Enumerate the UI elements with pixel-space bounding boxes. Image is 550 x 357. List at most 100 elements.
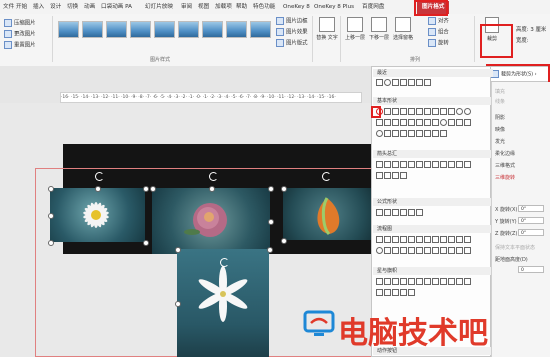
picture-style-1[interactable] xyxy=(58,21,79,38)
plus-equation-shape[interactable] xyxy=(376,209,383,216)
process-shape[interactable] xyxy=(376,236,383,243)
sort-shape[interactable] xyxy=(432,247,439,254)
resize-handle[interactable] xyxy=(281,186,287,192)
star10-shape[interactable] xyxy=(432,278,439,285)
tab-help[interactable]: 帮助 xyxy=(236,2,247,13)
star7-shape[interactable] xyxy=(416,278,423,285)
alt-text-button[interactable]: 替换 文字 xyxy=(316,17,338,41)
star32-shape[interactable] xyxy=(464,278,471,285)
ribbon-down-shape[interactable] xyxy=(384,289,391,296)
quad-arrow-shape[interactable] xyxy=(424,161,431,168)
merge-shape[interactable] xyxy=(448,247,455,254)
text-box-shape[interactable] xyxy=(384,108,391,115)
group-button[interactable]: 组合 xyxy=(428,28,449,37)
multidocument-shape[interactable] xyxy=(432,236,439,243)
lightning-shape[interactable] xyxy=(392,130,399,137)
tab-design[interactable]: 设计 xyxy=(50,2,61,13)
pentagon-arrow-shape[interactable] xyxy=(376,172,383,179)
resize-handle[interactable] xyxy=(48,186,54,192)
star12-shape[interactable] xyxy=(440,278,447,285)
z-rotation-input[interactable]: 0° xyxy=(518,229,544,236)
resize-handle[interactable] xyxy=(175,301,181,307)
rectangle-shape[interactable] xyxy=(376,79,383,86)
picture-style-4[interactable] xyxy=(130,21,151,38)
compress-pictures-button[interactable]: 压缩图片 xyxy=(4,19,36,28)
plaque-shape[interactable] xyxy=(408,119,415,126)
predefined-process-shape[interactable] xyxy=(408,236,415,243)
card-shape[interactable] xyxy=(392,247,399,254)
tab-pocket-animation[interactable]: 口袋动画 PA xyxy=(101,2,132,13)
tab-onekey8[interactable]: OneKey 8 xyxy=(283,2,310,13)
or-shape[interactable] xyxy=(416,247,423,254)
l-shape[interactable] xyxy=(392,119,399,126)
curved-ribbon-shape[interactable] xyxy=(392,289,399,296)
resize-handle[interactable] xyxy=(175,247,181,253)
cloud-shape[interactable] xyxy=(416,130,423,137)
tab-review[interactable]: 审阅 xyxy=(181,2,192,13)
not-equal-shape[interactable] xyxy=(416,209,423,216)
reset-picture-button[interactable]: 重置图片 xyxy=(4,41,36,50)
tab-baidu-netdisk[interactable]: 百度网盘 xyxy=(362,2,384,13)
send-backward-button[interactable]: 下移一层 xyxy=(368,17,390,41)
donut-shape[interactable] xyxy=(440,119,447,126)
pane-item-shadow[interactable]: 阴影 xyxy=(495,114,505,121)
triangle-shape[interactable] xyxy=(392,108,399,115)
diamond-shape[interactable] xyxy=(424,108,431,115)
arc-shape[interactable] xyxy=(424,130,431,137)
x-rotation-input[interactable]: 0° xyxy=(518,205,544,212)
rotate-handle-icon[interactable] xyxy=(220,258,229,267)
hexagon-shape[interactable] xyxy=(440,108,447,115)
block-arc-shape[interactable] xyxy=(456,119,463,126)
chevron-shape[interactable] xyxy=(464,161,471,168)
star8-shape[interactable] xyxy=(424,278,431,285)
picture-style-2[interactable] xyxy=(82,21,103,38)
tab-features[interactable]: 特色功能 xyxy=(253,2,275,13)
rotate-handle-icon[interactable] xyxy=(322,172,331,181)
bracket-shape[interactable] xyxy=(432,130,439,137)
resize-handle[interactable] xyxy=(143,186,149,192)
cube-shape[interactable] xyxy=(424,119,431,126)
decision-shape[interactable] xyxy=(392,236,399,243)
heptagon-shape[interactable] xyxy=(448,108,455,115)
smiley-shape[interactable] xyxy=(376,130,383,137)
pentagon-shape[interactable] xyxy=(432,108,439,115)
right-triangle-shape[interactable] xyxy=(400,108,407,115)
picture-style-3[interactable] xyxy=(106,21,127,38)
tab-transitions[interactable]: 切换 xyxy=(67,2,78,13)
picture-border-button[interactable]: 图片边框 xyxy=(276,17,308,26)
moon-shape[interactable] xyxy=(408,130,415,137)
star5-shape[interactable] xyxy=(400,278,407,285)
stored-data-shape[interactable] xyxy=(456,247,463,254)
plus-shape[interactable] xyxy=(400,119,407,126)
align-button[interactable]: 对齐 xyxy=(428,17,449,26)
summing-junction-shape[interactable] xyxy=(408,247,415,254)
folded-corner-shape[interactable] xyxy=(464,119,471,126)
explosion-shape[interactable] xyxy=(376,278,383,285)
down-arrow-shape[interactable] xyxy=(400,161,407,168)
star16-shape[interactable] xyxy=(448,278,455,285)
picture-style-6[interactable] xyxy=(178,21,199,38)
brace-shape[interactable] xyxy=(440,130,447,137)
photo-rose[interactable] xyxy=(152,188,270,254)
resize-handle[interactable] xyxy=(268,186,274,192)
distance-input[interactable]: 0 xyxy=(518,266,544,273)
line-shape[interactable] xyxy=(400,79,407,86)
pane-item-glow[interactable]: 发光 xyxy=(495,138,505,145)
up-arrow-shape[interactable] xyxy=(392,161,399,168)
pane-item-reflection[interactable]: 映像 xyxy=(495,126,505,133)
alternate-process-shape[interactable] xyxy=(384,236,391,243)
wave-shape[interactable] xyxy=(400,289,407,296)
picture-effects-button[interactable]: 图片效果 xyxy=(276,28,308,37)
oval-shape[interactable] xyxy=(384,79,391,86)
trapezoid-shape[interactable] xyxy=(416,108,423,115)
double-wave-shape[interactable] xyxy=(408,289,415,296)
bring-forward-button[interactable]: 上移一层 xyxy=(344,17,366,41)
pane-item-3d-format[interactable]: 三维格式 xyxy=(495,162,515,169)
minus-shape[interactable] xyxy=(384,209,391,216)
resize-handle[interactable] xyxy=(48,213,54,219)
tab-home[interactable]: 开始 xyxy=(16,2,27,13)
extract-shape[interactable] xyxy=(440,247,447,254)
parallelogram-shape[interactable] xyxy=(408,108,415,115)
equal-shape[interactable] xyxy=(408,209,415,216)
data-shape[interactable] xyxy=(400,236,407,243)
